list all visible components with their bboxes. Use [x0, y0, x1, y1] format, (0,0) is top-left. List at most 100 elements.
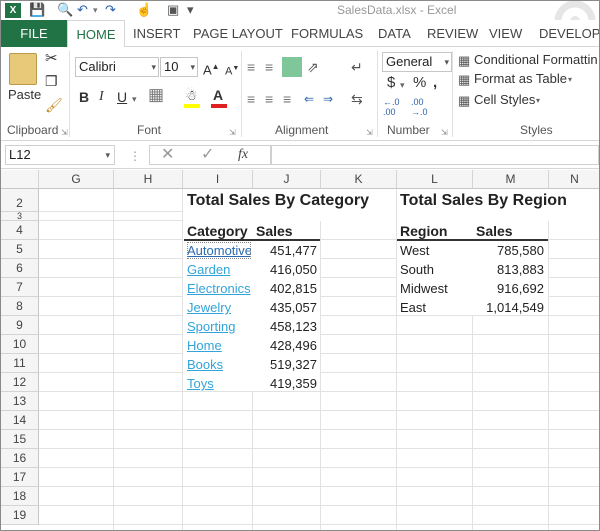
undo-dropdown-icon[interactable]: ▾ [93, 2, 98, 18]
category-sales-value[interactable]: 451,477 [253, 242, 317, 259]
column-header-n[interactable]: N [549, 170, 599, 189]
row-header-6[interactable]: 6 [1, 259, 39, 278]
top-align-icon[interactable]: ≡ [247, 59, 255, 75]
row-header-11[interactable]: 11 [1, 354, 39, 373]
category-sales-value[interactable]: 416,050 [253, 261, 317, 278]
category-sales-value[interactable]: 428,496 [253, 337, 317, 354]
row-header-2[interactable]: 2 [1, 189, 39, 212]
category-sales-header[interactable]: Sales [256, 222, 293, 240]
column-header-m[interactable]: M [473, 170, 549, 189]
enter-icon[interactable]: ✓ [201, 147, 214, 163]
category-link-automotive[interactable]: Automotive [187, 242, 251, 259]
column-header-h[interactable]: H [114, 170, 183, 189]
bottom-align-icon[interactable] [282, 57, 302, 77]
increase-decimal-icon[interactable]: ←.0.00 [383, 97, 400, 117]
insert-function-icon[interactable]: fx [238, 147, 248, 163]
formula-input[interactable] [271, 145, 599, 165]
save-icon[interactable]: 💾 [29, 2, 45, 18]
row-header-15[interactable]: 15 [1, 430, 39, 449]
row-header-19[interactable]: 19 [1, 506, 39, 525]
column-header-l[interactable]: L [397, 170, 473, 189]
category-link-toys[interactable]: Toys [187, 375, 214, 392]
column-header-j[interactable]: J [253, 170, 321, 189]
align-right-icon[interactable]: ≡ [283, 91, 291, 107]
row-header-12[interactable]: 12 [1, 373, 39, 392]
increase-indent-icon[interactable]: ⇒ [323, 91, 333, 107]
row-header-14[interactable]: 14 [1, 411, 39, 430]
font-launcher-icon[interactable]: ⇲ [229, 125, 236, 141]
format-as-table-button[interactable]: Format as Table [474, 71, 567, 86]
tab-formulas[interactable]: FORMULAS [291, 20, 363, 47]
number-launcher-icon[interactable]: ⇲ [441, 125, 448, 141]
category-link-sporting[interactable]: Sporting [187, 318, 235, 335]
decrease-decimal-icon[interactable]: .00 →.0 [411, 97, 428, 117]
category-link-books[interactable]: Books [187, 356, 223, 373]
category-link-jewelry[interactable]: Jewelry [187, 299, 231, 316]
conditional-formatting-button[interactable]: Conditional Formattin [474, 52, 598, 67]
tab-insert[interactable]: INSERT [133, 20, 180, 47]
paste-button[interactable]: Paste [8, 87, 41, 102]
cut-icon[interactable]: ✂ [45, 51, 58, 67]
region-sales-value[interactable]: 1,014,549 [473, 299, 544, 316]
region-table-title[interactable]: Total Sales By Region [400, 190, 567, 212]
tab-file[interactable]: FILE [1, 20, 67, 47]
region-sales-value[interactable]: 785,580 [473, 242, 544, 259]
fill-color-icon[interactable]: ☃ [185, 87, 198, 103]
format-painter-icon[interactable]: 🖌 [45, 97, 63, 113]
region-sales-value[interactable]: 916,692 [473, 280, 544, 297]
paste-icon[interactable] [9, 53, 37, 85]
percent-icon[interactable]: % [413, 75, 426, 91]
row-header-9[interactable]: 9 [1, 316, 39, 335]
search-icon[interactable]: 🔍 [57, 2, 73, 18]
row-header-13[interactable]: 13 [1, 392, 39, 411]
row-header-16[interactable]: 16 [1, 449, 39, 468]
row-header-3[interactable]: 3 [1, 212, 39, 221]
decrease-indent-icon[interactable]: ⇐ [304, 91, 314, 107]
region-name[interactable]: South [400, 261, 434, 278]
customize-toolbar-icon[interactable]: ▾ [187, 2, 194, 18]
currency-icon[interactable]: $ [387, 75, 395, 91]
italic-icon[interactable]: I [99, 89, 104, 105]
category-header[interactable]: Category [187, 222, 248, 240]
tab-review[interactable]: REVIEW [427, 20, 478, 47]
middle-align-icon[interactable]: ≡ [265, 59, 273, 75]
tab-data[interactable]: DATA [378, 20, 411, 47]
name-box[interactable]: L12 ▾ [5, 145, 115, 165]
underline-dropdown-icon[interactable]: ▾ [132, 91, 137, 107]
font-name-dropdown[interactable]: Calibri ▾ [75, 57, 159, 77]
redo-icon[interactable]: ↷ [105, 2, 116, 18]
align-left-icon[interactable]: ≡ [247, 91, 255, 107]
category-sales-value[interactable]: 519,327 [253, 356, 317, 373]
number-format-dropdown[interactable]: General ▾ [382, 52, 452, 72]
alignment-launcher-icon[interactable]: ⇲ [366, 125, 373, 141]
tab-page-layout[interactable]: PAGE LAYOUT [193, 20, 283, 47]
category-link-garden[interactable]: Garden [187, 261, 230, 278]
region-name[interactable]: Midwest [400, 280, 448, 297]
cancel-icon[interactable]: ✕ [161, 147, 174, 163]
merge-center-icon[interactable]: ⇆ [351, 91, 363, 107]
column-header-i[interactable]: I [183, 170, 253, 189]
underline-icon[interactable]: U [117, 89, 127, 105]
orientation-icon[interactable]: ⇗ [307, 59, 319, 75]
tab-view[interactable]: VIEW [489, 20, 522, 47]
undo-icon[interactable]: ↶ [77, 2, 88, 18]
tab-developer[interactable]: DEVELOPE [539, 20, 599, 47]
region-name[interactable]: West [400, 242, 429, 259]
category-link-electronics[interactable]: Electronics [187, 280, 251, 297]
wrap-text-icon[interactable]: ↵ [351, 59, 363, 75]
category-link-home[interactable]: Home [187, 337, 222, 354]
row-header-17[interactable]: 17 [1, 468, 39, 487]
drag-handle-icon[interactable]: ⋮ [129, 148, 141, 164]
shrink-font-icon[interactable]: A▼ [225, 61, 239, 80]
currency-dropdown-icon[interactable]: ▾ [400, 77, 405, 93]
cell-styles-button[interactable]: Cell Styles [474, 92, 535, 107]
column-header-k[interactable]: K [321, 170, 397, 189]
region-sales-header[interactable]: Sales [476, 222, 513, 240]
clipboard-launcher-icon[interactable]: ⇲ [61, 125, 68, 141]
tab-home[interactable]: HOME [67, 20, 125, 48]
column-header-g[interactable]: G [39, 170, 114, 189]
row-header-18[interactable]: 18 [1, 487, 39, 506]
quick-access-icon[interactable]: ▣ [167, 2, 179, 18]
category-sales-value[interactable]: 419,359 [253, 375, 317, 392]
grow-font-icon[interactable]: A▲ [203, 59, 220, 78]
